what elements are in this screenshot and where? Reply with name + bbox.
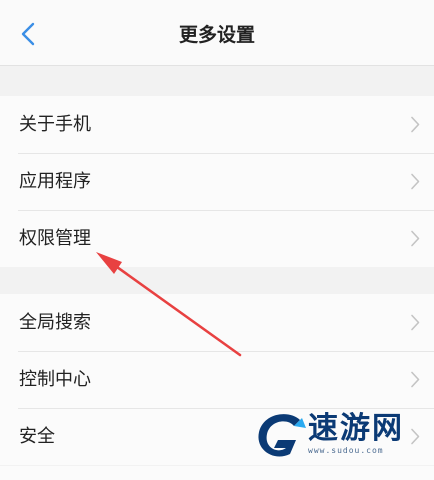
header-bar: 更多设置 [0,0,434,66]
settings-group-2: 全局搜索 控制中心 安全 [0,294,434,465]
list-item-about-phone[interactable]: 关于手机 [0,96,434,153]
chevron-right-icon [411,173,420,190]
chevron-right-icon [411,230,420,247]
chevron-right-icon [411,428,420,445]
list-item-label: 权限管理 [19,228,91,249]
list-item-applications[interactable]: 应用程序 [0,153,434,210]
settings-group-3-partial [0,466,434,480]
settings-group-1: 关于手机 应用程序 权限管理 [0,96,434,267]
list-item-label: 关于手机 [19,114,91,135]
list-item-label: 全局搜索 [19,312,91,333]
list-item-security[interactable]: 安全 [0,408,434,465]
page-title: 更多设置 [178,24,255,46]
list-item-label: 安全 [19,426,55,447]
list-item-global-search[interactable]: 全局搜索 [0,294,434,351]
chevron-right-icon [411,371,420,388]
list-item-label: 控制中心 [19,369,91,390]
chevron-right-icon [411,116,420,133]
list-item-permission-management[interactable]: 权限管理 [0,210,434,267]
list-item-control-center[interactable]: 控制中心 [0,351,434,408]
list-item-label: 应用程序 [19,171,91,192]
chevron-right-icon [411,314,420,331]
